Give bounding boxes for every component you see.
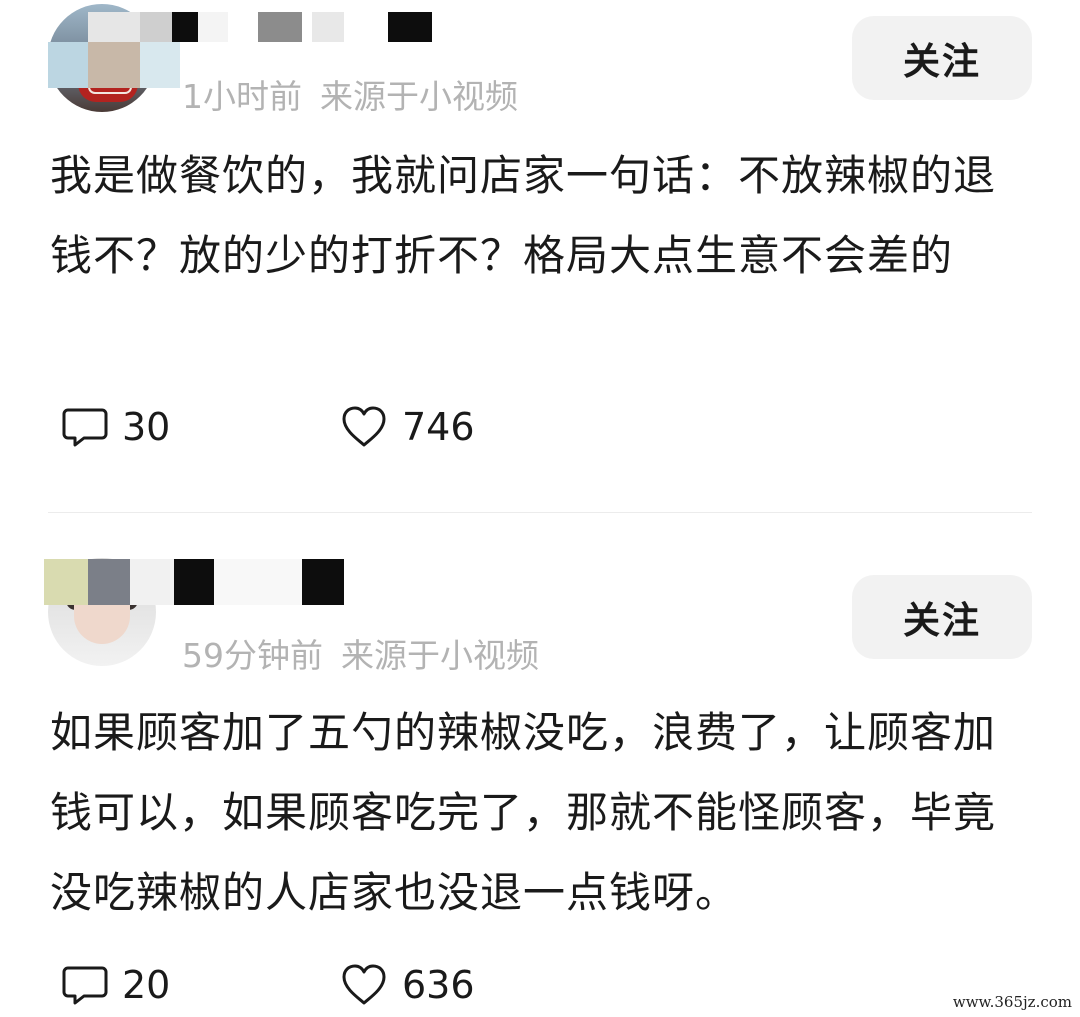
comment-count: 30 (122, 405, 171, 449)
reply-button[interactable]: 30 (62, 402, 170, 452)
comment-meta: 1小时前 来源于小视频 (182, 70, 518, 118)
follow-button[interactable]: 关注 (852, 575, 1032, 659)
follow-button[interactable]: 关注 (852, 16, 1032, 100)
comment-card: 59分钟前 来源于小视频 关注 如果顾客加了五勺的辣椒没吃，浪费了，让顾客加钱可以… (0, 555, 1080, 1017)
comment-time: 1小时前 (182, 77, 302, 116)
comment-time: 59分钟前 (182, 636, 323, 675)
like-count: 746 (402, 405, 475, 449)
like-button[interactable]: 636 (340, 960, 475, 1010)
username-mosaic (44, 559, 354, 605)
like-count: 636 (402, 963, 475, 1007)
heart-icon (342, 964, 386, 1005)
comment-meta: 59分钟前 来源于小视频 (182, 629, 539, 677)
comment-text: 我是做餐饮的，我就问店家一句话：不放辣椒的退钱不？放的少的打折不？格局大点生意不… (50, 151, 997, 280)
comment-source: 来源于小视频 (341, 636, 539, 675)
divider (48, 512, 1032, 513)
watermark: www.365jz.com (952, 993, 1072, 1011)
comment-bubble-icon (62, 408, 108, 447)
comment-count: 20 (122, 963, 171, 1007)
comment-bubble-icon (62, 966, 108, 1005)
heart-icon (342, 406, 386, 447)
comment-source: 来源于小视频 (320, 77, 518, 116)
comment-card: 1小时前 来源于小视频 关注 我是做餐饮的，我就问店家一句话：不放辣椒的退钱不？放… (0, 0, 1080, 513)
reply-button[interactable]: 20 (62, 960, 170, 1010)
comment-text: 如果顾客加了五勺的辣椒没吃，浪费了，让顾客加钱可以，如果顾客吃完了，那就不能怪顾… (50, 708, 997, 917)
like-button[interactable]: 746 (340, 402, 475, 452)
